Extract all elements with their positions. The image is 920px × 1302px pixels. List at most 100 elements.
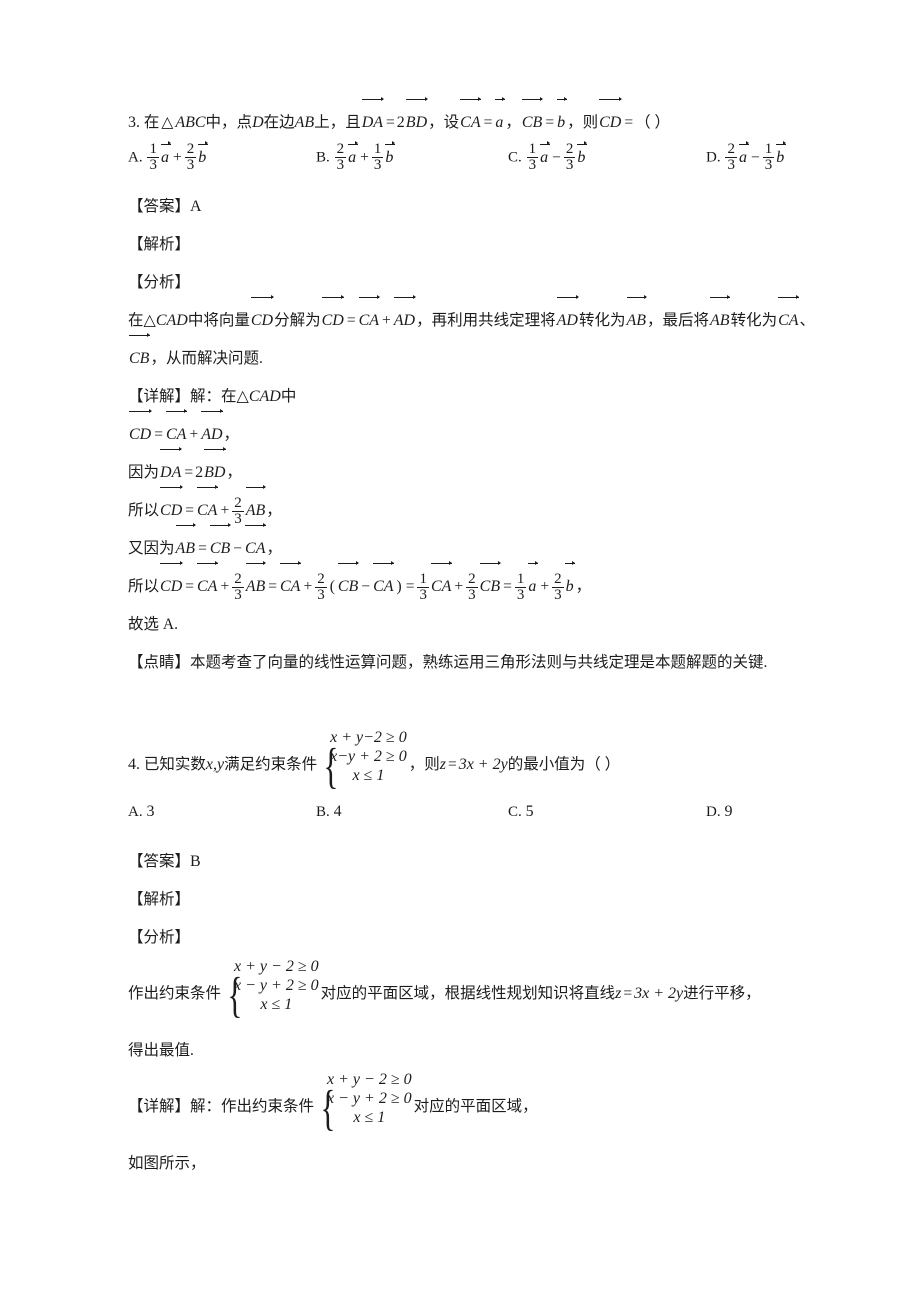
sol6-comma: ，	[575, 578, 592, 595]
sol6-eq3: =	[405, 578, 415, 595]
q4-option-b-label: B.	[316, 804, 330, 820]
option-c-vec2: b	[576, 143, 587, 166]
question-4-options: A. 3 B. 4 C. 5 D. 9	[128, 803, 828, 843]
vector-a: a	[494, 99, 505, 142]
vector-b: b	[556, 99, 567, 142]
option-b-vec1: a	[347, 143, 358, 166]
q4-vars: x,y	[205, 756, 225, 774]
option-d-frac2: 13	[762, 141, 775, 174]
q4-option-d-label: D.	[706, 804, 721, 820]
question-3-number: 3.	[128, 114, 140, 131]
sol6-vector-ab: AB	[245, 563, 267, 606]
q4-xiangjie-p2: 对应的平面区域，	[413, 1098, 538, 1116]
option-d[interactable]: D. 2 3 a −1 3 b	[706, 141, 786, 174]
sol6-vector-cd: CD	[159, 563, 183, 606]
q4-option-c-label: C.	[508, 804, 522, 820]
option-c[interactable]: C. 1 3 a −2 3 b	[508, 141, 587, 174]
left-brace: {	[323, 737, 339, 793]
sol6-vector-cb-2: CB	[479, 563, 501, 606]
sol4-comma: ，	[266, 502, 282, 519]
fenxi-p4: ，再利用共线定理将	[416, 312, 556, 329]
vector-ca: CA	[459, 99, 482, 142]
q3-answer-parens: （ ）	[635, 114, 670, 131]
option-b[interactable]: B. 2 3 a +1 3 b	[316, 141, 395, 174]
option-a-frac2: 23	[184, 141, 197, 174]
sol6-plus4: +	[540, 578, 550, 595]
q4-option-d[interactable]: D. 9	[706, 803, 732, 821]
option-a-op: +	[172, 148, 182, 166]
sol3-two: 2	[195, 464, 204, 481]
sol6-plus3: +	[454, 578, 464, 595]
q4-p4: 的最小值为（ ）	[507, 756, 621, 774]
sol3-comma: ，	[226, 464, 242, 481]
sol6-minus: −	[361, 578, 371, 595]
sol6-eq4: =	[503, 578, 512, 595]
page-content: 3. 在 △ ABC中，点D在边AB上，且DA = 2BD，设CA = a ，CB = b ，则CD…	[128, 99, 828, 1183]
solution-line-6: 所以CD = CA +2 3 AB = CA +2 3(CB − CA) = 1 3 CA +2 3 CB = 1 3 a +…	[128, 563, 828, 606]
option-b-vec2: b	[384, 143, 395, 166]
q3-stem-t7: ，	[428, 114, 444, 131]
option-d-vec2: b	[775, 143, 786, 166]
question-4-jiexi-tag: 【解析】	[128, 891, 191, 908]
option-d-op: −	[750, 148, 760, 166]
question-4-number: 4.	[128, 756, 140, 774]
solution-line-3: 因为DA = 2BD，	[128, 449, 828, 492]
sol6-lparen: (	[329, 578, 335, 595]
fenxi-p3: 分解为	[274, 312, 321, 329]
answer-value: A	[190, 198, 202, 215]
q4-option-a-label: A.	[128, 804, 143, 820]
question-3-xiangjie-line1: 【详解】解：在△CAD中	[128, 378, 828, 416]
question-4-xiangjie-body: 【详解】解：作出约束条件 {x + y − 2 ≥ 0 x − y + 2 ≥ 0 x…	[128, 1070, 828, 1145]
q3-eq2: =	[483, 114, 493, 131]
q4-answer-tag: 【答案】	[128, 853, 191, 870]
q4-z: z	[439, 756, 446, 774]
question-3-fenxi-body: 在△CAD中将向量CD分解为CD = CA + AD，再利用共线定理将AD转化为AB，最…	[128, 297, 828, 378]
document-page: 3. 在 △ ABC中，点D在边AB上，且DA = 2BD，设CA = a ，CB = b ，则CD…	[0, 0, 920, 1302]
fenxi-vector-ad: AD	[393, 297, 416, 340]
q4-xiangjie-sys-row-2: x − y + 2 ≥ 0	[327, 1090, 412, 1107]
q4-fenxi-sys-row-1: x + y − 2 ≥ 0	[234, 958, 319, 975]
fenxi-plus: +	[382, 312, 391, 329]
sol5-minus: −	[233, 540, 243, 557]
sol6-plus2: +	[303, 578, 313, 595]
fenxi-p2: 中将向量	[187, 312, 250, 329]
q4-fenxi-p2: 对应的平面区域，根据线性规划知识将直线	[320, 985, 616, 1003]
solution-line-2: CD = CA + AD，	[128, 411, 828, 454]
q3-abc: ABC	[175, 114, 206, 131]
q3-seg-ab: AB	[294, 114, 315, 131]
question-4-figure-reference: 如图所示，	[128, 1155, 206, 1172]
option-b-op: +	[360, 148, 369, 166]
question-3-answer-row: 【答案】A	[128, 188, 828, 226]
question-3-dianjing: 【点睛】本题考查了向量的线性运算问题，熟练运用三角形法则与共线定理是本题解题的关…	[128, 644, 828, 682]
option-b-label: B.	[316, 149, 330, 166]
q4-fenxi-p1: 作出约束条件	[128, 985, 222, 1003]
fenxi-vector-ca: CA	[358, 297, 380, 340]
q4-option-b[interactable]: B. 4	[316, 803, 342, 821]
xiangjie-tag: 【详解】	[128, 388, 191, 405]
fenxi-vector-ab-2: AB	[709, 297, 731, 340]
q4-option-c[interactable]: C. 5	[508, 803, 534, 821]
q3-stem-t9: ，	[505, 114, 521, 131]
sol2-comma: ，	[223, 426, 240, 443]
sol6-vector-cb-1: CB	[337, 563, 359, 606]
sol2-eq: =	[154, 426, 163, 443]
q3-coef-2: 2	[396, 114, 405, 131]
option-a[interactable]: A. 1 3 a +2 3 b	[128, 141, 208, 174]
question-3-stem: 3. 在 △ ABC中，点D在边AB上，且DA = 2BD，设CA = a ，CB = b ，则CD…	[128, 99, 828, 142]
sol6-frac5: 13	[514, 570, 527, 603]
vector-da: DA	[361, 99, 384, 142]
sol6-rparen: )	[396, 578, 402, 595]
option-a-vec2: b	[197, 143, 208, 166]
fenxi-p7: 转化为	[730, 312, 778, 329]
sol6-vector-a: a	[527, 563, 538, 606]
q3-stem-t11: 则	[582, 114, 599, 131]
q4-p2: 满足约束条件	[224, 756, 318, 774]
xiangjie-l1-post: 中	[280, 388, 297, 405]
q4-option-a[interactable]: A. 3	[128, 803, 154, 821]
q3-stem-t4: 在边	[263, 114, 295, 131]
q4-answer-value: B	[190, 853, 201, 870]
sol5-eq: =	[198, 540, 207, 557]
left-brace: {	[227, 966, 243, 1022]
option-d-label: D.	[706, 149, 721, 166]
fenxi-vector-cb: CB	[128, 335, 151, 378]
